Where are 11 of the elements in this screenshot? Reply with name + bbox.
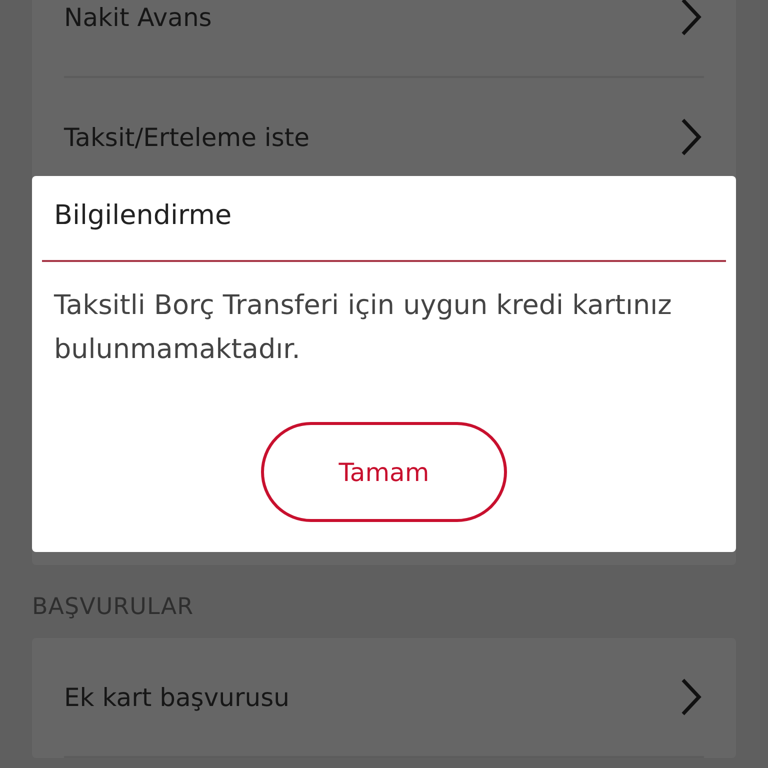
chevron-right-icon	[680, 117, 702, 157]
menu-item[interactable]: Ek kart başvurusu	[64, 638, 704, 758]
menu-item-label: Nakit Avans	[64, 2, 212, 32]
chevron-right-icon	[680, 0, 702, 37]
chevron-right-icon	[680, 677, 702, 717]
dialog-title: Bilgilendirme	[53, 199, 233, 233]
menu-item-label: Ek kart başvurusu	[64, 682, 290, 712]
menu-item-label: Taksit/Erteleme iste	[64, 122, 310, 152]
menu-item[interactable]: Nakit Avans	[64, 0, 704, 78]
dialog-message: Taksitli Borç Transferi için uygun kredi kartınız bulunmamaktadır.	[52, 289, 673, 367]
ok-button[interactable]: Tamam	[261, 422, 507, 522]
